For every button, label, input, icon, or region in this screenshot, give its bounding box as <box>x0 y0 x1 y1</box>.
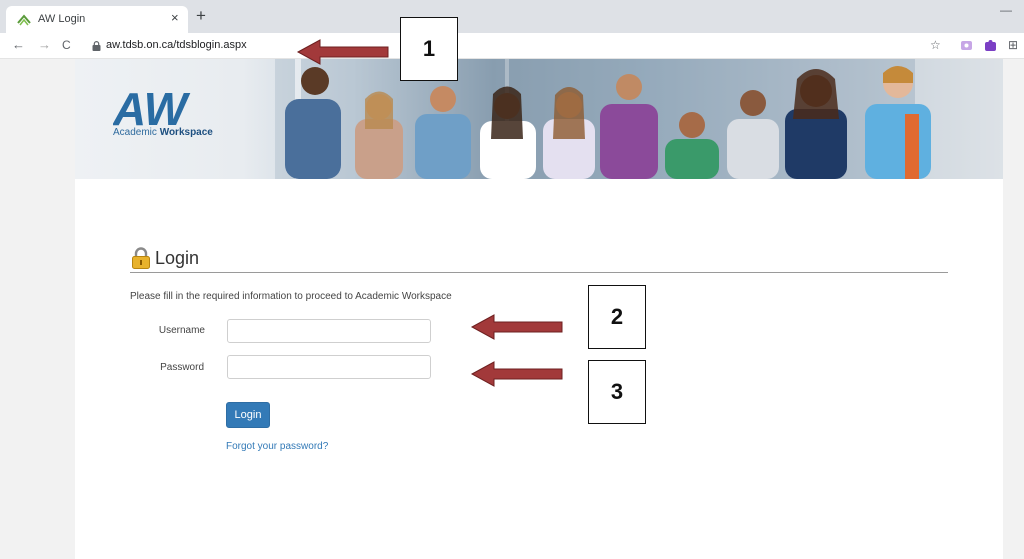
header-banner: AW Academic Workspace <box>75 59 1003 179</box>
new-tab-icon[interactable]: + <box>196 7 206 24</box>
address-bar-url[interactable]: aw.tdsb.on.ca/tdsblogin.aspx <box>106 39 247 51</box>
puzzle-extension-icon[interactable] <box>984 39 997 52</box>
aw-logo-subtitle-regular: Academic <box>113 127 160 138</box>
login-instructions: Please fill in the required information … <box>130 291 452 302</box>
username-label: Username <box>158 325 205 336</box>
bookmark-star-icon[interactable]: ☆ <box>930 38 941 52</box>
annotation-number: 1 <box>422 36 436 61</box>
login-title: Login <box>155 248 200 268</box>
annotation-box-1: 1 <box>400 17 458 81</box>
extension-icon[interactable] <box>960 39 973 52</box>
annotation-number: 2 <box>610 304 624 329</box>
reload-icon[interactable]: C <box>62 38 71 52</box>
aw-logo-text: AW <box>113 87 191 129</box>
secure-lock-icon[interactable] <box>92 41 101 51</box>
tab-close-icon[interactable]: × <box>171 10 179 25</box>
annotation-box-2: 2 <box>588 285 646 349</box>
aw-logo: AW <box>113 87 191 129</box>
browser-toolbar: ← → C aw.tdsb.on.ca/tdsblogin.aspx ☆ ⊞ <box>0 33 1024 59</box>
forgot-password-link[interactable]: Forgot your password? <box>226 441 328 452</box>
aw-logo-subtitle: Academic Workspace <box>113 127 213 138</box>
annotation-arrow-2 <box>470 314 563 340</box>
padlock-icon <box>132 247 150 269</box>
annotation-number: 3 <box>610 379 624 404</box>
annotation-box-3: 3 <box>588 360 646 424</box>
apps-grid-icon[interactable]: ⊞ <box>1008 38 1018 52</box>
login-divider <box>130 272 948 273</box>
browser-tab-aw-login[interactable]: AW Login × <box>6 6 188 33</box>
password-label: Password <box>160 362 204 373</box>
aw-logo-subtitle-bold: Workspace <box>159 127 213 138</box>
students-photo <box>275 59 1003 179</box>
annotation-arrow-1 <box>296 39 389 65</box>
window-minimize-icon[interactable]: — <box>1000 3 1012 17</box>
browser-tabstrip: AW Login × + — <box>0 0 1024 33</box>
annotation-arrow-3 <box>470 361 563 387</box>
aw-favicon-icon <box>17 14 31 26</box>
username-input[interactable] <box>227 319 431 343</box>
login-button[interactable]: Login <box>226 402 270 428</box>
tab-title: AW Login <box>38 13 86 25</box>
back-icon[interactable]: ← <box>12 37 25 52</box>
forward-icon[interactable]: → <box>38 37 51 52</box>
password-input[interactable] <box>227 355 431 379</box>
